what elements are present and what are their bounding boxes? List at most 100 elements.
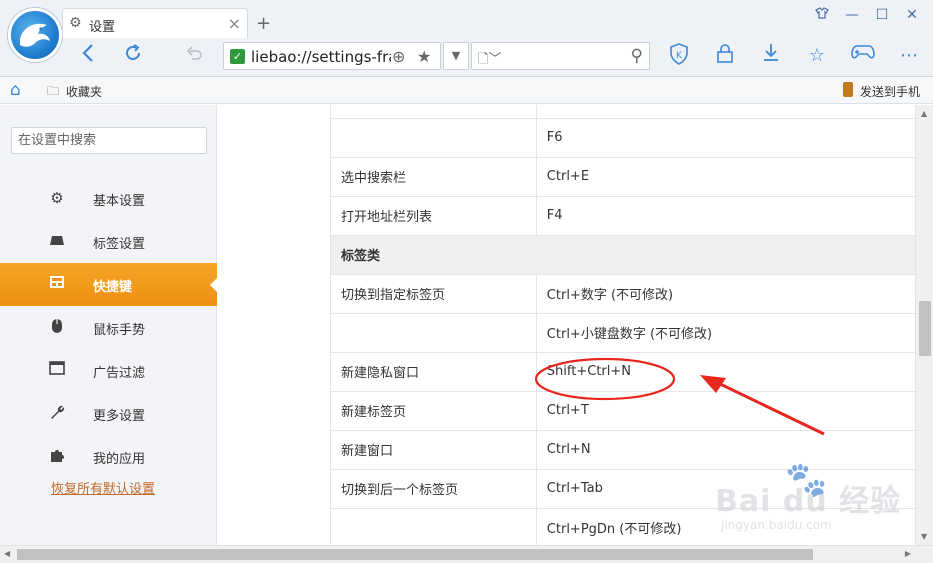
shortcut-action: 新建标签页	[330, 391, 537, 431]
refresh-icon	[126, 44, 140, 60]
section-title: 标签类	[330, 235, 915, 275]
sidebar-item-label: 标签设置	[93, 237, 146, 252]
search-engine-icon[interactable]: 🗋﹀	[478, 48, 501, 72]
scroll-up-icon[interactable]: ▲	[921, 109, 927, 118]
wrench-icon	[48, 404, 66, 422]
skin-icon[interactable]	[808, 4, 836, 26]
address-dropdown-button[interactable]: ▼	[443, 42, 469, 70]
address-bar[interactable]: ✓ liebao://settings-frame ⊕ ★	[223, 42, 441, 70]
settings-search-input[interactable]	[11, 127, 207, 154]
more-menu-icon[interactable]: ⋯	[896, 43, 922, 69]
search-box[interactable]: 🗋﹀ ⚲	[471, 42, 650, 70]
shortcut-key[interactable]: Ctrl+E	[536, 157, 915, 197]
bookmark-bar: ⌂ 🗀 收藏夹 发送到手机	[0, 77, 933, 104]
send-to-phone-button[interactable]: 发送到手机	[860, 83, 920, 100]
favorites-link[interactable]: 收藏夹	[66, 83, 102, 100]
close-tab-button[interactable]: ×	[228, 14, 241, 33]
sidebar-item-ad-filter[interactable]: 广告过滤	[0, 349, 217, 392]
tab-icon	[48, 232, 66, 250]
scroll-right-icon[interactable]: ▶	[905, 549, 911, 558]
puzzle-icon	[48, 447, 66, 465]
window-icon	[48, 361, 66, 379]
maximize-button[interactable]: ☐	[868, 4, 896, 26]
scrollbar-thumb[interactable]	[919, 301, 931, 356]
restore-defaults-link[interactable]: 恢复所有默认设置	[51, 478, 155, 497]
liebao-logo[interactable]	[8, 8, 62, 62]
sidebar-item-shortcuts[interactable]: 快捷键	[0, 263, 218, 306]
shortcut-key: Ctrl+数字 (不可修改)	[536, 274, 915, 314]
phone-icon	[843, 82, 853, 97]
mouse-icon	[48, 318, 66, 336]
gamepad-icon[interactable]	[850, 43, 876, 69]
search-icon[interactable]: ⚲	[631, 46, 643, 66]
keyboard-icon	[48, 275, 66, 293]
home-icon[interactable]: ⌂	[10, 80, 21, 100]
shortcut-key[interactable]: Shift+Ctrl+N	[536, 352, 915, 392]
sidebar-item-mouse-gestures[interactable]: 鼠标手势	[0, 306, 217, 349]
vertical-scrollbar[interactable]: ▲ ▼	[915, 105, 933, 545]
star-bookmark-icon[interactable]: ★	[417, 47, 431, 66]
address-url[interactable]: liebao://settings-frame	[251, 48, 391, 66]
table-row: 新建标签页 Ctrl+T	[330, 391, 915, 431]
shortcut-action	[330, 105, 537, 119]
section-header-row: 标签类	[330, 235, 915, 275]
shortcut-action: 选中搜索栏	[330, 157, 537, 197]
watermark-main: Bai du 经验	[715, 484, 902, 519]
shortcut-action: 切换到后一个标签页	[330, 469, 537, 509]
download-icon[interactable]	[758, 43, 784, 69]
baidu-jingyan-watermark: 🐾 Bai du 经验 jingyan.baidu.com	[715, 460, 915, 540]
scroll-down-icon[interactable]: ▼	[921, 532, 927, 541]
horizontal-scrollbar[interactable]: ◀ ▶	[0, 545, 933, 563]
shortcut-action: 切换到指定标签页	[330, 274, 537, 314]
table-row: Ctrl+L	[330, 105, 915, 119]
sidebar-item-tab-settings[interactable]: 标签设置	[0, 220, 217, 263]
sidebar-item-label: 基本设置	[93, 194, 146, 209]
table-row: F6	[330, 118, 915, 158]
shortcut-action: 新建隐私窗口	[330, 352, 537, 392]
sidebar-item-label: 快捷键	[93, 280, 133, 295]
browser-chrome: ⚙ 设置 × + — ☐ ✕ ✓ liebao://settings-frame…	[0, 0, 933, 77]
plus-circle-icon[interactable]: ⊕	[392, 47, 405, 66]
cheetah-logo-icon	[20, 23, 50, 47]
minimize-button[interactable]: —	[838, 4, 866, 26]
shortcut-key[interactable]: F4	[536, 196, 915, 236]
refresh-button[interactable]	[119, 42, 147, 70]
sidebar-item-label: 我的应用	[93, 452, 146, 467]
secure-check-icon: ✓	[230, 49, 245, 64]
watermark-sub: jingyan.baidu.com	[721, 518, 832, 532]
shortcut-action: 打开地址栏列表	[330, 196, 537, 236]
scroll-left-icon[interactable]: ◀	[4, 549, 10, 558]
svg-text:K: K	[676, 51, 683, 61]
tab-settings[interactable]: ⚙ 设置 ×	[62, 8, 248, 38]
sidebar-item-my-apps[interactable]: 我的应用	[0, 435, 217, 478]
shortcut-action	[330, 118, 537, 158]
undo-icon	[186, 46, 202, 60]
settings-sidebar: ⚙ 基本设置 标签设置 快捷键 鼠标手势 广告过滤 更多设置 我的应	[0, 105, 218, 545]
shortcut-action	[330, 508, 537, 545]
shortcut-key[interactable]: Ctrl+L	[536, 105, 915, 119]
back-button[interactable]	[74, 42, 102, 70]
sidebar-item-label: 更多设置	[93, 409, 146, 424]
table-row: 打开地址栏列表 F4	[330, 196, 915, 236]
shortcut-key: Ctrl+小键盘数字 (不可修改)	[536, 313, 915, 353]
table-row: 新建隐私窗口 Shift+Ctrl+N	[330, 352, 915, 392]
sidebar-item-basic-settings[interactable]: ⚙ 基本设置	[0, 177, 217, 220]
lock-icon[interactable]	[712, 43, 738, 69]
favorite-star-icon[interactable]: ☆	[804, 43, 830, 69]
gear-icon: ⚙	[69, 15, 82, 31]
shortcut-key[interactable]: F6	[536, 118, 915, 158]
table-row: 切换到指定标签页 Ctrl+数字 (不可修改)	[330, 274, 915, 314]
arrow-left-icon	[82, 44, 93, 62]
scrollbar-thumb[interactable]	[17, 549, 813, 560]
new-tab-button[interactable]: +	[256, 13, 271, 34]
sidebar-item-label: 广告过滤	[93, 366, 146, 381]
sidebar-item-more-settings[interactable]: 更多设置	[0, 392, 217, 435]
shortcut-action	[330, 313, 537, 353]
shortcut-key[interactable]: Ctrl+T	[536, 391, 915, 431]
shield-icon[interactable]: K	[666, 43, 692, 69]
undo-close-button[interactable]	[180, 42, 208, 70]
gear-icon: ⚙	[50, 189, 64, 207]
table-row: 选中搜索栏 Ctrl+E	[330, 157, 915, 197]
tab-title: 设置	[89, 20, 116, 35]
close-window-button[interactable]: ✕	[898, 4, 926, 26]
